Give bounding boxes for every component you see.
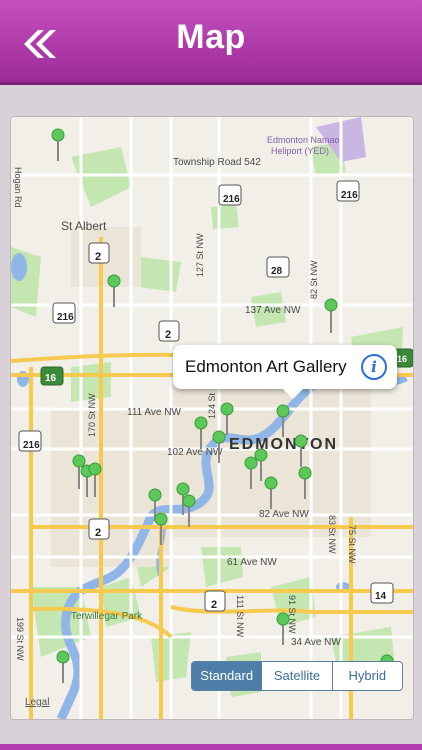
shield-2-c: 2 <box>88 518 110 540</box>
label-83-st: 83 St NW <box>327 515 337 554</box>
svg-text:28: 28 <box>271 266 283 277</box>
shield-216-d: 216 <box>18 430 42 452</box>
shield-216-b: 216 <box>336 180 360 202</box>
callout-title: Edmonton Art Gallery <box>185 357 347 376</box>
shield-14: 14 <box>370 582 394 604</box>
map-type-standard[interactable]: Standard <box>192 662 263 690</box>
label-township-road: Township Road 542 <box>173 157 261 168</box>
label-terwillegar: Terwillegar Park <box>71 611 143 622</box>
label-111-st: 111 St NW <box>235 595 245 638</box>
map-type-hybrid[interactable]: Hybrid <box>333 662 402 690</box>
shield-28: 28 <box>266 256 290 278</box>
legal-link[interactable]: Legal <box>25 697 49 708</box>
svg-text:2: 2 <box>95 527 101 539</box>
label-127-st: 127 St NW <box>195 233 205 277</box>
label-137-ave: 137 Ave NW <box>245 305 301 316</box>
shield-2-b: 2 <box>158 320 180 342</box>
label-82-ave: 82 Ave NW <box>259 509 309 520</box>
map-type-segmented-control[interactable]: Standard Satellite Hybrid <box>191 661 403 691</box>
svg-text:2: 2 <box>211 599 217 611</box>
label-st-albert: St Albert <box>61 219 107 233</box>
label-199-st: 199 St NW <box>15 617 25 661</box>
svg-text:16: 16 <box>397 354 407 364</box>
label-34-ave: 34 Ave NW <box>291 637 341 648</box>
label-91-st: 91 St NW <box>287 595 297 634</box>
label-102-ave: 102 Ave NW <box>167 447 223 458</box>
header-bar: Map <box>0 0 422 85</box>
info-icon[interactable]: i <box>361 354 387 380</box>
label-111-ave: 111 Ave NW <box>127 407 181 418</box>
shield-16-b: 16 <box>394 348 413 368</box>
svg-text:216: 216 <box>57 312 74 323</box>
label-82-st: 82 St NW <box>309 260 319 299</box>
svg-text:16: 16 <box>45 373 57 384</box>
shield-216-a: 216 <box>218 184 242 206</box>
label-61-ave: 61 Ave NW <box>227 557 277 568</box>
svg-text:216: 216 <box>223 194 240 205</box>
label-heliport-1: Edmonton Namao <box>267 135 340 145</box>
label-edmonton: EDMONTON <box>229 436 338 453</box>
location-callout[interactable]: Edmonton Art Gallery i <box>173 345 397 399</box>
svg-text:2: 2 <box>165 329 171 341</box>
label-170-st: 170 St NW <box>87 393 97 437</box>
bottom-accent-bar <box>0 744 422 750</box>
label-75-st: 75 St NW <box>347 525 357 564</box>
map-card: Township Road 542 Edmonton Namao Helipor… <box>10 116 414 720</box>
label-124-st: 124 St <box>207 392 217 419</box>
svg-text:216: 216 <box>341 190 358 201</box>
shield-2-d: 2 <box>204 590 226 612</box>
shield-16-a: 16 <box>40 366 64 386</box>
callout-tail <box>283 389 303 399</box>
svg-text:2: 2 <box>95 251 101 263</box>
label-hogan-rd: Hogan Rd <box>13 167 23 208</box>
svg-text:216: 216 <box>23 440 40 451</box>
page-title: Map <box>176 18 246 56</box>
shield-2-a: 2 <box>88 242 110 264</box>
label-heliport-2: Heliport (YED) <box>271 146 329 156</box>
shield-216-c: 216 <box>52 302 76 324</box>
map-view[interactable]: Township Road 542 Edmonton Namao Helipor… <box>11 117 413 719</box>
svg-text:14: 14 <box>375 591 387 602</box>
map-type-satellite[interactable]: Satellite <box>262 662 333 690</box>
